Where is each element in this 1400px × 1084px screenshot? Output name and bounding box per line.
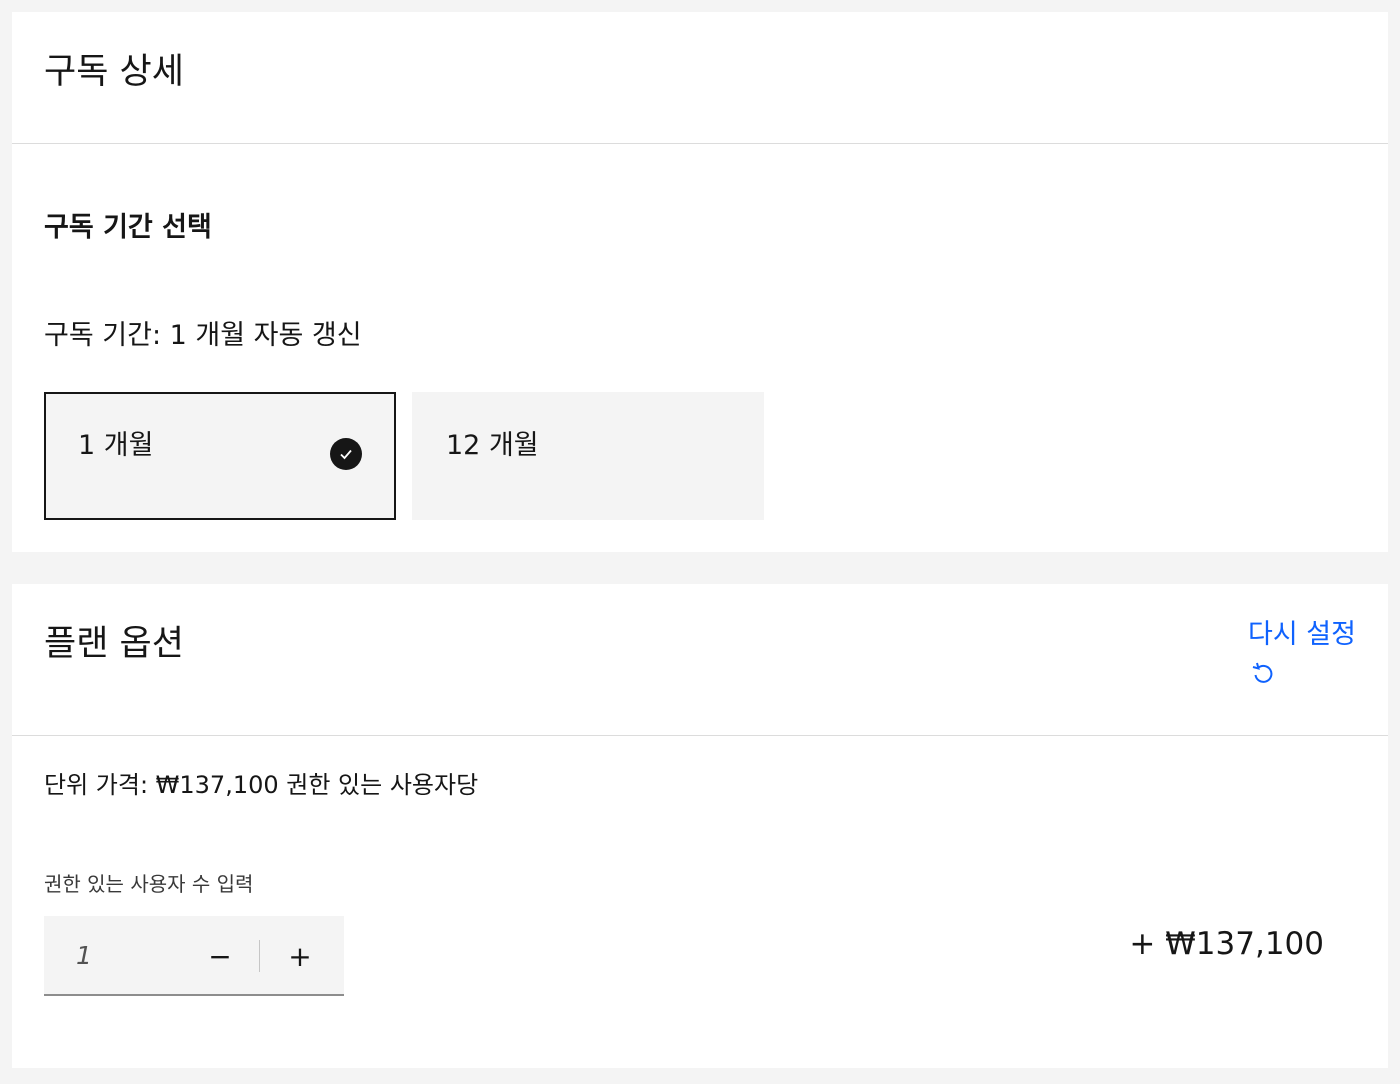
term-option-label: 12 개월 [446,430,539,461]
stepper-divider [259,940,260,972]
term-selection-heading: 구독 기간 선택 [44,212,212,243]
term-option-label: 1 개월 [78,430,154,461]
checkmark-icon [330,438,362,470]
term-current-label: 구독 기간: 1 개월 자동 갱신 [44,320,362,351]
subscription-details-header: 구독 상세 [12,12,1388,144]
term-option-1-month[interactable]: 1 개월 [44,392,396,520]
plan-options-card: 플랜 옵션 다시 설정 단위 가격: ₩137,100 권한 있는 사용자당 권… [12,584,1388,1068]
reset-button[interactable]: 다시 설정 [1248,614,1358,700]
increment-button[interactable]: + [280,936,320,976]
quantity-input[interactable]: 1 [76,940,92,972]
reset-label: 다시 설정 [1248,619,1356,650]
quantity-stepper[interactable]: 1 − + [44,916,344,996]
quantity-label: 권한 있는 사용자 수 입력 [44,872,254,896]
line-total-price: + ₩137,100 [1129,926,1324,962]
unit-price-text: 단위 가격: ₩137,100 권한 있는 사용자당 [44,771,479,799]
decrement-button[interactable]: − [200,936,240,976]
subscription-details-title: 구독 상세 [44,52,184,92]
subscription-details-card: 구독 상세 구독 기간 선택 구독 기간: 1 개월 자동 갱신 1 개월 12… [12,12,1388,552]
plan-options-header: 플랜 옵션 다시 설정 [12,584,1388,736]
term-option-12-months[interactable]: 12 개월 [412,392,764,520]
revert-icon [1250,658,1276,700]
plan-options-title: 플랜 옵션 [44,624,184,664]
